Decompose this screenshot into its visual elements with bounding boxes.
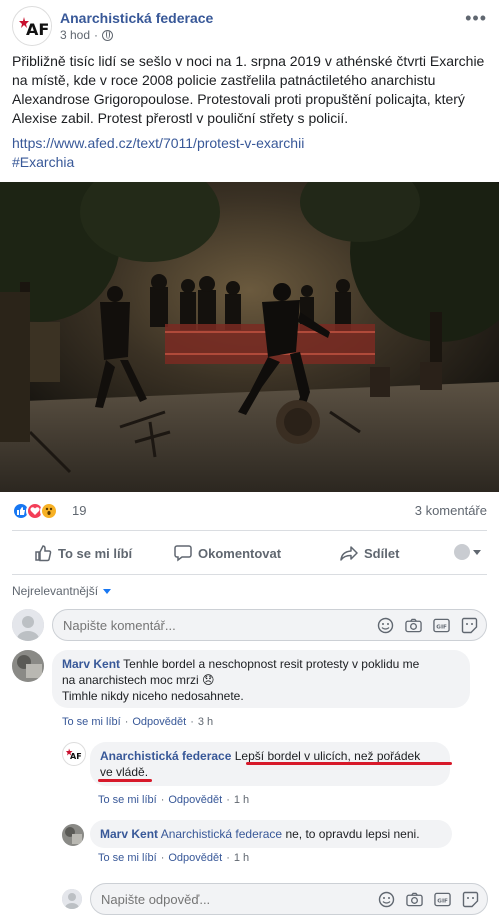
post-meta: 3 hod · — [60, 28, 114, 42]
logo-text: AF — [26, 20, 49, 39]
reply-input-box[interactable]: GIF — [90, 883, 488, 915]
globe-icon — [102, 29, 114, 41]
sticker-icon[interactable] — [462, 891, 479, 908]
highlight-underline — [98, 779, 152, 782]
comment-composer: GIF — [12, 609, 487, 641]
composer-tools: GIF — [378, 891, 479, 908]
comment-input-box[interactable]: GIF — [52, 609, 487, 641]
comment-time[interactable]: 3 h — [198, 716, 213, 728]
post-link[interactable]: https://www.afed.cz/text/7011/protest-v-… — [12, 135, 304, 151]
post-time[interactable]: 3 hod — [60, 28, 90, 42]
post-photo[interactable] — [0, 182, 499, 492]
comment-text: Tenhle bordel a neschopnost resit protes… — [123, 657, 420, 671]
protest-photo — [0, 182, 499, 492]
camera-icon[interactable] — [406, 891, 423, 908]
comment-author[interactable]: Marv Kent — [100, 827, 158, 841]
svg-text:GIF: GIF — [437, 898, 448, 904]
comment-text: ne, to opravdu lepsi neni. — [285, 827, 420, 841]
post-hashtag[interactable]: #Exarchia — [12, 154, 74, 170]
profile-avatar-icon — [454, 544, 470, 560]
avatar — [62, 889, 82, 909]
divider — [12, 530, 487, 531]
avatar[interactable] — [62, 824, 84, 846]
audience-selector[interactable] — [454, 544, 481, 560]
reply-input[interactable] — [101, 892, 361, 907]
like-label: To se mi líbí — [58, 545, 133, 561]
share-label: Sdílet — [364, 545, 400, 561]
comment-button[interactable]: Okomentovat — [174, 544, 281, 562]
comment-like-link[interactable]: To se mi líbí — [62, 716, 121, 728]
comment-author[interactable]: Marv Kent — [62, 657, 120, 671]
page-name[interactable]: Anarchistická federace — [60, 10, 213, 26]
action-bar: To se mi líbí Okomentovat Sdílet — [12, 538, 487, 568]
reaction-icons[interactable] — [12, 502, 58, 520]
chevron-down-icon — [473, 549, 481, 555]
comment-input[interactable] — [63, 618, 323, 633]
comment-actions: To se mi líbí · Odpovědět · 1 h — [98, 852, 250, 864]
reactions-bar: 19 3 komentáře — [12, 500, 487, 522]
share-button[interactable]: Sdílet — [340, 544, 399, 562]
comment-icon — [174, 545, 192, 562]
reply: Marv Kent Anarchistická federace ne, to … — [62, 820, 488, 872]
comment-like-link[interactable]: To se mi líbí — [98, 794, 157, 806]
highlight-underline — [246, 762, 452, 765]
camera-icon[interactable] — [405, 617, 422, 634]
reaction-count[interactable]: 19 — [72, 503, 86, 518]
svg-text:GIF: GIF — [436, 624, 447, 630]
composer-tools: GIF — [377, 617, 478, 634]
comment-time[interactable]: 1 h — [234, 794, 249, 806]
sort-label: Nejrelevantnější — [12, 584, 99, 598]
comment: Marv Kent Tenhle bordel a neschopnost re… — [12, 650, 488, 734]
comment-text: na anarchistech moc mrzi 😞 — [62, 673, 215, 687]
svg-text:AF: AF — [70, 752, 82, 761]
comment-time[interactable]: 1 h — [234, 852, 249, 864]
comment-text: Lepší bordel v ulicích, než pořádek — [234, 749, 421, 763]
emoji-icon[interactable] — [378, 891, 395, 908]
comment-reply-link[interactable]: Odpovědět — [168, 794, 222, 806]
comment-actions: To se mi líbí · Odpovědět · 3 h — [62, 716, 214, 728]
comment-text: ve vládě. — [100, 765, 149, 779]
chevron-down-icon — [103, 588, 112, 594]
reply: AF Anarchistická federace Lepší bordel v… — [62, 742, 488, 812]
post-header: AF Anarchistická federace 3 hod · ••• — [12, 6, 487, 46]
comment-bubble: Marv Kent Anarchistická federace ne, to … — [90, 820, 452, 848]
comment-actions: To se mi líbí · Odpovědět · 1 h — [98, 794, 250, 806]
comment-bubble: Marv Kent Tenhle bordel a neschopnost re… — [52, 650, 470, 708]
comment-label: Okomentovat — [198, 545, 282, 561]
meta-separator: · — [94, 28, 99, 42]
reply-composer: GIF — [62, 883, 488, 915]
like-icon — [35, 545, 52, 562]
like-button[interactable]: To se mi líbí — [34, 544, 132, 562]
comment-reply-link[interactable]: Odpovědět — [168, 852, 222, 864]
divider — [12, 574, 487, 575]
wow-reaction-icon — [40, 502, 58, 520]
avatar[interactable] — [12, 650, 44, 682]
page-avatar[interactable]: AF — [12, 6, 52, 46]
comment-count[interactable]: 3 komentáře — [415, 503, 487, 518]
comment-mention[interactable]: Anarchistická federace — [161, 827, 282, 841]
af-logo-icon: AF — [14, 8, 51, 45]
comment-text: Timhle nikdy niceho nedosahnete. — [62, 689, 244, 703]
gif-icon[interactable]: GIF — [434, 891, 451, 908]
comment-author[interactable]: Anarchistická federace — [100, 749, 231, 763]
post-text: Přibližně tisíc lidí se sešlo v noci na … — [12, 53, 485, 126]
emoji-icon[interactable] — [377, 617, 394, 634]
more-options-icon[interactable]: ••• — [465, 8, 487, 29]
comment-like-link[interactable]: To se mi líbí — [98, 852, 157, 864]
comment-reply-link[interactable]: Odpovědět — [132, 716, 186, 728]
share-icon — [340, 546, 358, 561]
avatar — [12, 609, 44, 641]
comment-sort[interactable]: Nejrelevantnější — [12, 584, 112, 598]
sticker-icon[interactable] — [461, 617, 478, 634]
gif-icon[interactable]: GIF — [433, 617, 450, 634]
avatar[interactable]: AF — [62, 742, 86, 766]
